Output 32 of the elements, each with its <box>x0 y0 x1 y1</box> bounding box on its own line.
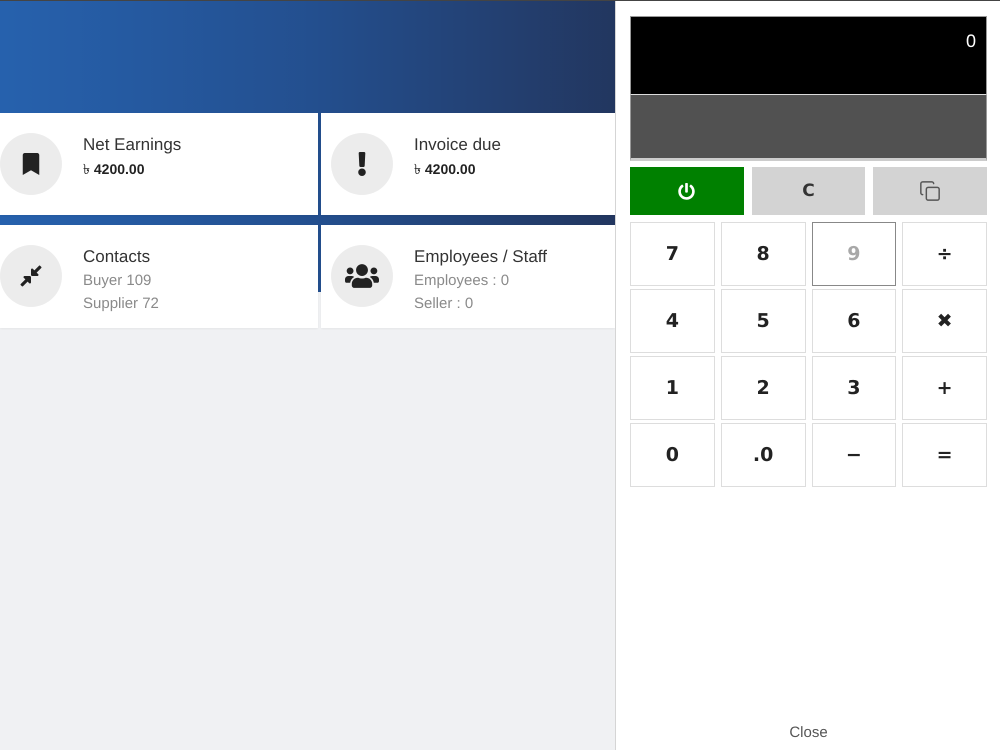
calculator-key[interactable]: 5 <box>720 289 806 353</box>
calculator-key[interactable]: ✖ <box>902 289 987 353</box>
copy-button[interactable] <box>873 167 987 215</box>
amount-text: ৳ 4200.00 <box>414 160 476 179</box>
calculator-key[interactable]: ÷ <box>902 222 987 286</box>
card-title: Contacts <box>83 246 152 268</box>
card-title: Invoice due <box>414 134 501 156</box>
count-text: Employees : 0 <box>414 271 510 291</box>
count-text: Buyer 109 <box>83 271 152 291</box>
calculator-key[interactable]: 1 <box>630 356 715 420</box>
power-icon <box>678 182 696 200</box>
close-link[interactable]: Close <box>789 724 828 742</box>
calculator-key[interactable]: .0 <box>720 423 806 487</box>
calculator-key[interactable]: 8 <box>720 222 806 286</box>
count-text: Supplier 72 <box>83 294 159 314</box>
calculator-display: 0 <box>630 16 987 94</box>
card-title: Net Earnings <box>83 134 182 156</box>
calculator-key[interactable]: + <box>902 356 987 420</box>
calculator-key[interactable]: 7 <box>630 222 715 286</box>
calculator-key[interactable]: 4 <box>630 289 715 353</box>
calculator-key[interactable]: = <box>902 423 987 487</box>
calculator-key[interactable]: 2 <box>720 356 806 420</box>
calculator-key[interactable]: 0 <box>630 423 715 487</box>
amount-text: ৳ 4200.00 <box>83 160 146 179</box>
count-text: Seller : 0 <box>414 294 474 314</box>
clear-button[interactable]: C <box>752 167 866 215</box>
card-title: Employees / Staff <box>414 246 547 268</box>
calculator-key[interactable]: − <box>812 423 896 487</box>
power-button[interactable] <box>630 167 744 215</box>
copy-icon <box>919 180 942 202</box>
calculator-key[interactable]: 6 <box>812 289 896 353</box>
calculator-key[interactable]: 3 <box>812 356 896 420</box>
